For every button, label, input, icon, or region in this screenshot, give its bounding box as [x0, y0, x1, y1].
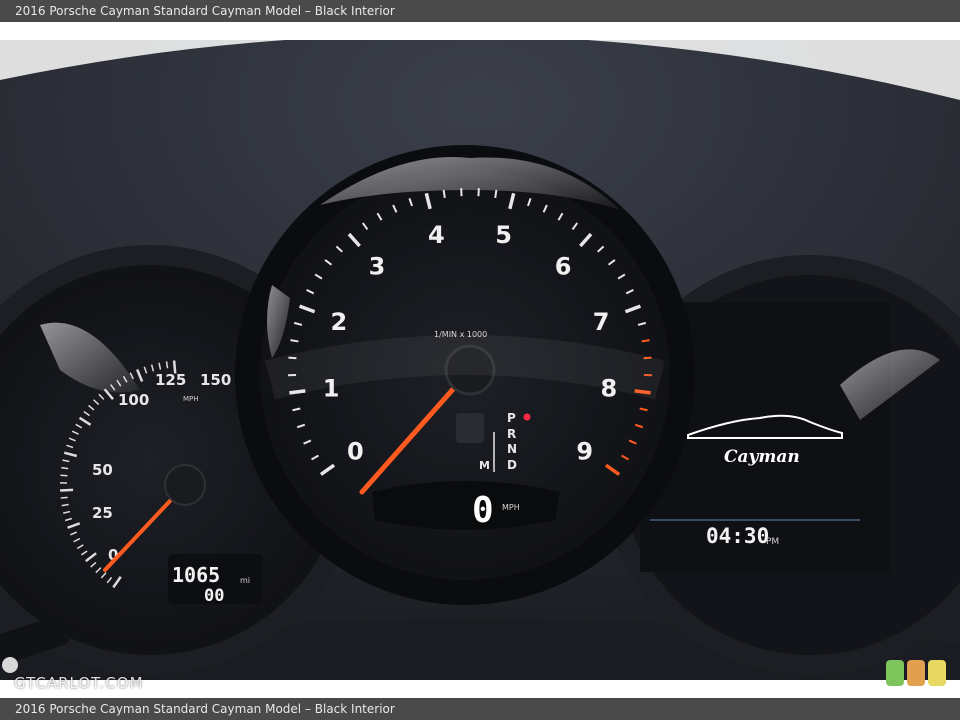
gear-r: R	[507, 427, 516, 441]
digital-speed-value: 0	[472, 490, 494, 531]
speedo-minor-tick	[60, 474, 68, 477]
gear-d: D	[507, 458, 517, 472]
instrument-cluster-photo: 50 25 0 100 125 150 MPH 1065 mi 00 Cayma…	[0, 40, 960, 680]
tach-numeral-5: 5	[495, 221, 512, 249]
speedo-minor-tick	[61, 466, 69, 470]
gear-p: P	[507, 411, 516, 425]
gear-p-indicator-dot	[523, 413, 531, 421]
tach-numeral-6: 6	[555, 252, 572, 280]
speedo-label-100: 100	[118, 391, 149, 409]
tach-numeral-0: 0	[347, 437, 364, 465]
clock-time: 04:30	[706, 524, 769, 548]
gear-n: N	[507, 442, 517, 456]
odometer-unit: mi	[240, 576, 250, 585]
tach-indicator-panel	[456, 413, 484, 443]
speedo-label-125: 125	[155, 371, 186, 389]
speedo-label-50: 50	[92, 461, 113, 479]
digital-speed-unit: MPH	[502, 503, 520, 512]
tachometer: 01234 56789 1/MIN x 1000 P R N D M 0 MPH	[235, 145, 695, 605]
speedo-minor-tick	[165, 361, 169, 369]
color-swatch-badge	[886, 660, 946, 686]
caption-bar-top: 2016 Porsche Cayman Standard Cayman Mode…	[0, 0, 960, 22]
speedo-minor-tick	[60, 496, 68, 499]
tach-minor-tick	[442, 189, 446, 198]
cayman-logo: Cayman	[724, 447, 800, 467]
tach-numeral-4: 4	[428, 221, 445, 249]
gear-m: M	[479, 459, 490, 472]
tach-minor-tick	[494, 189, 498, 198]
caption-text: 2016 Porsche Cayman Standard Cayman Mode…	[15, 4, 395, 18]
digital-speed-display	[372, 481, 560, 530]
clock-period: PM	[766, 537, 779, 547]
tach-numeral-9: 9	[576, 437, 593, 465]
speedo-unit-label: MPH	[183, 395, 199, 403]
tach-numeral-2: 2	[331, 308, 348, 336]
trip-value: 00	[204, 586, 224, 606]
speedo-label-150: 150	[200, 371, 231, 389]
speedo-label-25: 25	[92, 504, 113, 522]
caption-text-bottom: 2016 Porsche Cayman Standard Cayman Mode…	[15, 702, 395, 716]
caption-bar-bottom: 2016 Porsche Cayman Standard Cayman Mode…	[0, 698, 960, 720]
odometer-value: 1065	[172, 563, 220, 587]
tach-minor-tick	[290, 339, 299, 343]
tach-numeral-3: 3	[369, 252, 386, 280]
watermark: GTCARLOT.COM	[14, 674, 144, 692]
speedometer-hub	[164, 464, 206, 506]
speedo-major-tick	[60, 488, 74, 492]
tach-minor-tick	[641, 339, 650, 343]
tach-numeral-7: 7	[593, 308, 610, 336]
instrument-cluster: 50 25 0 100 125 150 MPH 1065 mi 00 Cayma…	[0, 40, 960, 680]
